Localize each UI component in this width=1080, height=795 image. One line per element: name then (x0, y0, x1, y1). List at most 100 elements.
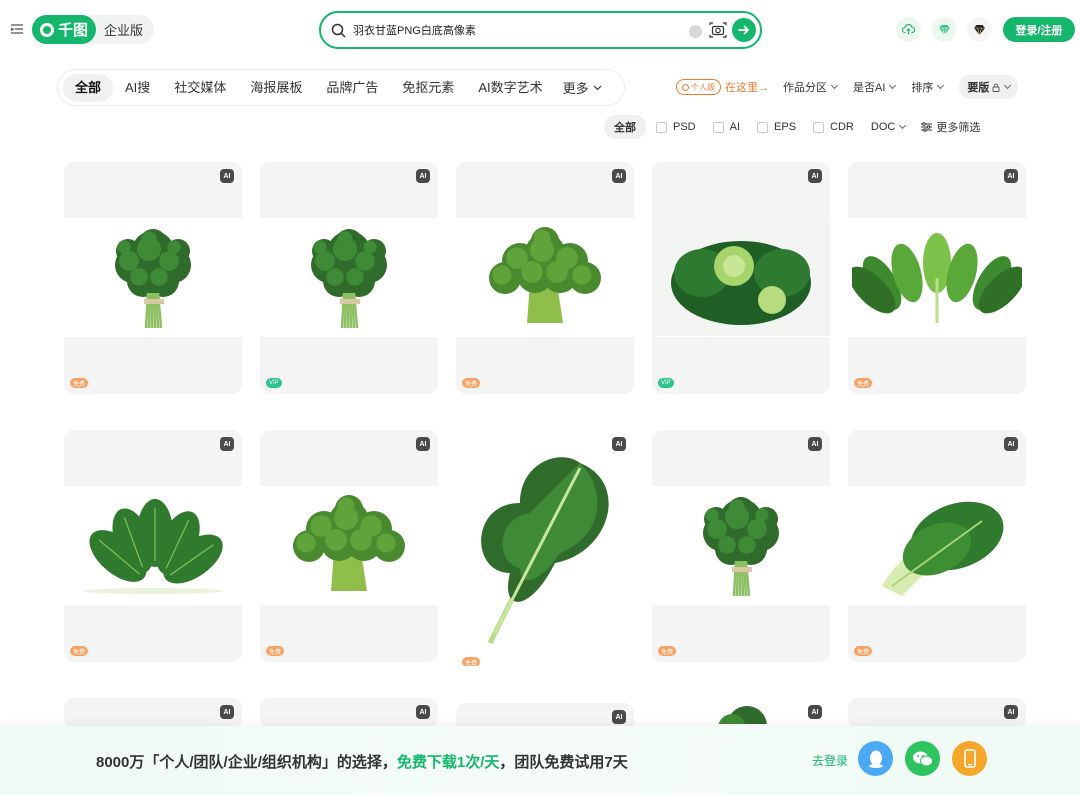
kale-bunch-image (703, 496, 779, 596)
upload-icon[interactable] (896, 17, 921, 42)
result-card[interactable]: AI 免费 (260, 430, 438, 662)
result-card[interactable]: AI VIP (652, 162, 830, 394)
banner-text: 8000万「个人/团队/企业/组织机构」的选择，免费下载1次/天，团队免费试用7… (96, 751, 628, 772)
category-item[interactable]: 全部 (63, 73, 114, 102)
login-register-button[interactable]: 登录/注册 (1003, 17, 1075, 42)
format-cdr[interactable]: CDR (813, 121, 854, 133)
checkbox[interactable] (656, 121, 667, 133)
category-item[interactable]: 海报展板 (238, 74, 314, 102)
format-all[interactable]: 全部 (604, 115, 646, 139)
ai-dropdown[interactable]: 是否AI (853, 79, 897, 95)
format-ai[interactable]: AI (712, 121, 741, 133)
chevron-down-icon (937, 81, 945, 90)
kale-bunch-image (115, 228, 191, 328)
format-eps[interactable]: EPS (757, 121, 796, 133)
bottom-banner: 8000万「个人/团队/企业/组织机构」的选择，免费下载1次/天，团队免费试用7… (0, 726, 1080, 795)
result-card[interactable]: AI 免费 (64, 162, 242, 394)
diamond-vip-icon[interactable] (932, 17, 957, 42)
page: 千图 企业版 羽衣甘蓝PNG白底高像素 登录/注册 全部 AI搜 社交媒体 海报… (0, 0, 1080, 795)
card-image (456, 218, 634, 337)
spinach-leaves-image (83, 498, 223, 594)
menu-icon[interactable] (10, 22, 24, 36)
ai-badge: AI (416, 437, 430, 451)
format-label: EPS (774, 121, 797, 133)
format-label: AI (729, 121, 741, 133)
dropdown-label: 作品分区 (783, 82, 827, 94)
card-image (456, 430, 634, 666)
checkbox[interactable] (712, 121, 724, 133)
zone-dropdown[interactable]: 作品分区 (783, 79, 839, 95)
ai-badge: AI (416, 705, 430, 719)
chevron-down-icon (593, 85, 602, 90)
sort-dropdown[interactable]: 排序 (911, 79, 945, 95)
result-card[interactable]: AI (260, 698, 438, 728)
right-filters: 个人版 在这里→ 作品分区 是否AI 排序 要版 (676, 75, 1019, 99)
ai-badge: AI (1004, 705, 1018, 719)
format-psd[interactable]: PSD (656, 121, 696, 133)
header: 千图 企业版 羽衣甘蓝PNG白底高像素 登录/注册 (0, 0, 1080, 60)
logo-text: 千图 (58, 22, 89, 39)
card-image (652, 218, 830, 337)
chevron-down-icon (899, 121, 907, 130)
ai-badge: AI (1004, 437, 1018, 451)
logo-q-icon (40, 22, 54, 37)
category-item[interactable]: 社交媒体 (162, 74, 238, 102)
doc-dropdown[interactable]: DOC (871, 121, 907, 133)
category-item[interactable]: AI数字艺术 (466, 74, 554, 102)
free-tag: 免费 (266, 646, 285, 656)
ai-badge: AI (220, 437, 234, 451)
ai-badge: AI (220, 169, 234, 183)
format-filters: 全部 PSD AI EPS CDR DOC 更多筛选 (604, 115, 980, 139)
result-card[interactable]: AI VIP (260, 162, 438, 394)
result-card[interactable]: AI (64, 698, 242, 728)
result-card[interactable]: AI (652, 698, 830, 728)
wechat-icon (912, 751, 933, 766)
wechat-login-button[interactable] (905, 741, 940, 776)
camera-icon[interactable] (709, 22, 727, 38)
license-dropdown[interactable]: 要版 (959, 75, 1019, 99)
result-card[interactable]: AI 免费 (456, 430, 634, 666)
chevron-down-icon (889, 81, 897, 90)
category-item[interactable]: 品牌广告 (314, 74, 390, 102)
here-link[interactable]: 在这里→ (725, 79, 769, 95)
search-bar (319, 11, 762, 49)
license-label: 要版 (967, 82, 990, 94)
kale-bunch-image (311, 228, 387, 328)
result-card[interactable]: AI 免费 (848, 162, 1026, 394)
search-submit-button[interactable] (732, 18, 756, 42)
personal-edition-badge[interactable]: 个人版 (676, 79, 721, 95)
search-input[interactable] (353, 21, 683, 39)
ai-badge: AI (220, 705, 234, 719)
phone-icon (963, 749, 976, 768)
spinach-image (852, 232, 1022, 323)
result-card[interactable]: AI 免费 (64, 430, 242, 662)
checkbox[interactable] (757, 121, 769, 133)
edition-label[interactable]: 企业版 (96, 20, 143, 39)
banner-highlight: 免费下载1次/天 (396, 754, 500, 771)
free-tag: 免费 (462, 657, 481, 666)
ai-badge: AI (1004, 169, 1018, 183)
filter-sliders-icon (921, 122, 933, 132)
diamond-svip-icon[interactable] (967, 17, 992, 42)
category-item[interactable]: AI搜 (113, 74, 162, 102)
qq-login-button[interactable] (858, 741, 893, 776)
broccoli-image (489, 226, 601, 323)
free-tag: 免费 (462, 378, 481, 388)
banner-login-link[interactable]: 去登录 (812, 752, 848, 769)
more-filters-button[interactable]: 更多筛选 (921, 119, 980, 135)
phone-login-button[interactable] (952, 741, 987, 776)
ai-badge: AI (612, 710, 626, 724)
card-image (260, 486, 438, 605)
result-card[interactable]: AI (848, 698, 1026, 728)
card-image (652, 486, 830, 605)
result-card[interactable]: AI 免费 (652, 430, 830, 662)
free-tag: 免费 (70, 378, 89, 388)
category-more-button[interactable]: 更多 (555, 78, 602, 97)
cabbage-image (652, 218, 830, 336)
result-card[interactable]: AI 免费 (848, 430, 1026, 662)
logo[interactable]: 千图 企业版 (32, 15, 154, 44)
result-card[interactable]: AI 免费 (456, 162, 634, 394)
clear-search-icon[interactable] (689, 25, 702, 38)
category-item[interactable]: 免抠元素 (390, 74, 466, 102)
checkbox[interactable] (813, 121, 825, 133)
